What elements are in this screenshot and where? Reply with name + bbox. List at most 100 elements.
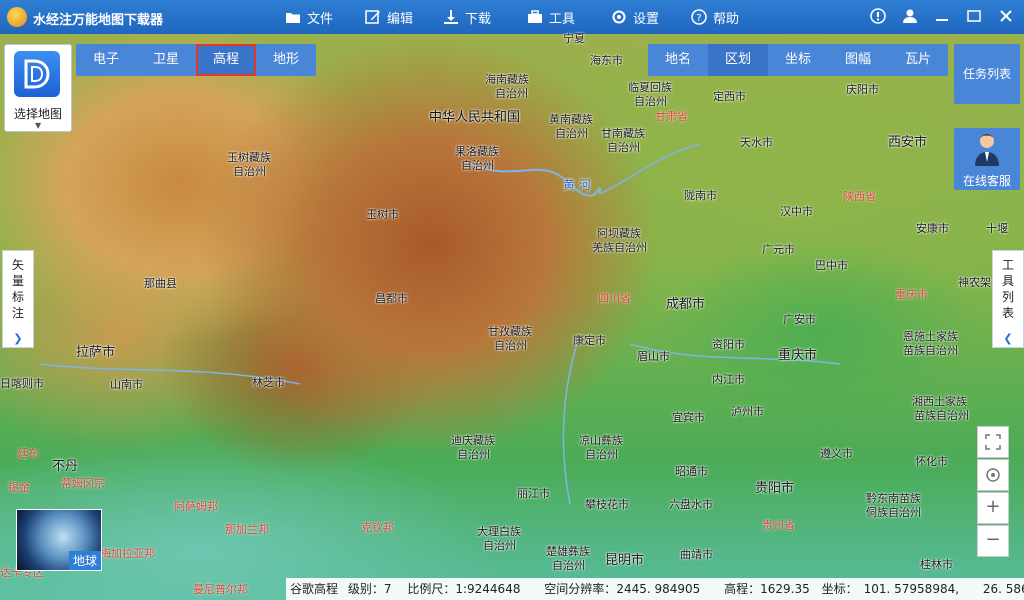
map-label: 桂林市	[920, 558, 953, 571]
map-label: 安康市	[916, 222, 949, 235]
menu-help[interactable]: ? 帮助	[691, 0, 739, 34]
map-label: 广元市	[762, 243, 795, 256]
map-label: 果洛藏族	[455, 145, 499, 158]
online-support-button[interactable]: 在线客服	[954, 128, 1020, 190]
map-label: 汉中市	[780, 205, 813, 218]
tab-electronic[interactable]: 电子	[76, 44, 136, 76]
map-label: 大理白族	[477, 525, 521, 538]
edit-icon	[365, 10, 380, 24]
status-resolution: 2445. 984905	[616, 582, 701, 596]
status-elevation: 1629.35	[760, 582, 810, 596]
map-source-logo-icon	[14, 51, 60, 97]
map-label: 黄南藏族	[549, 113, 593, 126]
tab-place-names[interactable]: 地名	[648, 44, 708, 76]
map-label: 宜宾市	[672, 411, 705, 424]
map-label: 湘西土家族	[912, 395, 967, 408]
map-label: 临夏回族	[628, 81, 672, 94]
tab-divisions[interactable]: 区划	[708, 44, 768, 76]
menu-label: 下载	[465, 11, 492, 27]
menu-edit[interactable]: 编辑	[365, 0, 413, 34]
menu-settings[interactable]: 设置	[611, 0, 659, 34]
map-label: 重庆市	[778, 348, 818, 363]
map-label: 宁夏	[563, 32, 585, 45]
map-label: 资阳市	[712, 338, 745, 351]
map-label: 曼尼普尔邦	[193, 583, 248, 596]
tool-list-panel-toggle[interactable]: 工具列表 ❮	[992, 250, 1024, 348]
user-icon[interactable]	[901, 8, 919, 26]
vector-annotation-label: 矢量标注	[11, 258, 24, 320]
tab-elevation[interactable]: 高程	[196, 44, 256, 76]
minimize-icon[interactable]	[933, 8, 951, 26]
menu-download[interactable]: 下载	[443, 0, 491, 34]
locate-icon	[986, 468, 1000, 482]
map-label: 六盘水市	[669, 498, 713, 511]
map-label: 玉树市	[366, 208, 399, 221]
download-icon	[444, 10, 458, 24]
map-label: 定西市	[713, 90, 746, 103]
map-label: 自治州	[552, 559, 585, 572]
map-label: 自治州	[634, 95, 667, 108]
zoom-out-button[interactable]: −	[977, 525, 1009, 557]
status-resolution-label: 空间分辨率：	[544, 582, 617, 596]
province-label: 陕西省	[843, 190, 876, 203]
support-avatar-icon	[975, 134, 999, 166]
tab-terrain[interactable]: 地形	[256, 44, 316, 76]
river-label: 黄 河	[563, 178, 591, 192]
status-scale: 1:9244648	[455, 582, 521, 596]
map-label: 遵义市	[820, 447, 853, 460]
map-label: 昌都市	[375, 292, 408, 305]
restore-icon[interactable]	[965, 8, 983, 26]
province-label: 四川省	[598, 292, 631, 305]
map-label: 日喀则市	[0, 377, 44, 390]
menu-file[interactable]: 文件	[285, 0, 333, 34]
map-label: 迪庆藏族	[451, 434, 495, 447]
tab-tiles[interactable]: 瓦片	[888, 44, 948, 76]
map-label: 庆阳市	[846, 83, 879, 96]
map-label: 自治州	[457, 448, 490, 461]
map-label: 拉萨市	[76, 345, 116, 360]
svg-text:?: ?	[696, 13, 701, 24]
map-type-tabs: 电子 卫星 高程 地形	[76, 44, 316, 76]
tab-satellite[interactable]: 卫星	[136, 44, 196, 76]
map-label: 羌族自治州	[592, 241, 647, 254]
status-source: 谷歌高程	[290, 582, 339, 596]
fullscreen-button[interactable]	[977, 426, 1009, 458]
map-label: 廷布	[17, 447, 39, 460]
status-scale-label: 比例尺：	[407, 582, 456, 596]
zoom-in-button[interactable]: +	[977, 492, 1009, 524]
close-icon[interactable]	[997, 8, 1015, 26]
info-icon[interactable]	[869, 8, 887, 26]
tab-coordinates[interactable]: 坐标	[768, 44, 828, 76]
map-label: 甘南藏族	[601, 127, 645, 140]
select-map-button[interactable]: 选择地图 ▼	[4, 44, 72, 132]
menu-tools[interactable]: 工具	[527, 0, 575, 34]
folder-icon	[286, 13, 300, 23]
map-label: 黔东南苗族	[866, 492, 921, 505]
map-label: 贵阳市	[755, 481, 795, 496]
map-label: 泸州市	[731, 405, 764, 418]
map-label: 丽江市	[517, 487, 550, 500]
map-label: 甘孜藏族	[488, 325, 532, 338]
map-label: 自治州	[483, 539, 516, 552]
globe-view-button[interactable]: 地球	[16, 509, 102, 571]
map-label: 昆明市	[605, 553, 645, 568]
map-label: 楚雄彝族	[546, 545, 590, 558]
map-label: 自治州	[495, 87, 528, 100]
map-label: 天水市	[740, 136, 773, 149]
overlay-tabs: 地名 区划 坐标 图幅 瓦片	[648, 44, 948, 76]
tab-sheets[interactable]: 图幅	[828, 44, 888, 76]
map-label: 自治州	[233, 165, 266, 178]
locate-button[interactable]	[977, 459, 1009, 491]
map-label: 西安市	[888, 135, 928, 150]
vector-annotation-panel-toggle[interactable]: 矢量标注 ❯	[2, 250, 34, 348]
title-bar: 水经注万能地图下载器 文件 编辑 下载 工具 设置 ? 帮助	[0, 0, 1024, 34]
chevron-left-icon: ❮	[1003, 332, 1013, 345]
map-label: 康定市	[573, 334, 606, 347]
map-label: 自治州	[585, 448, 618, 461]
gear-icon	[612, 10, 626, 24]
province-label: 贵州省	[762, 519, 795, 532]
fullscreen-icon	[985, 434, 1001, 450]
status-level-label: 级别：	[347, 582, 384, 596]
map-label: 阿萨姆邦	[174, 500, 218, 513]
task-list-button[interactable]: 任务列表	[954, 44, 1020, 104]
